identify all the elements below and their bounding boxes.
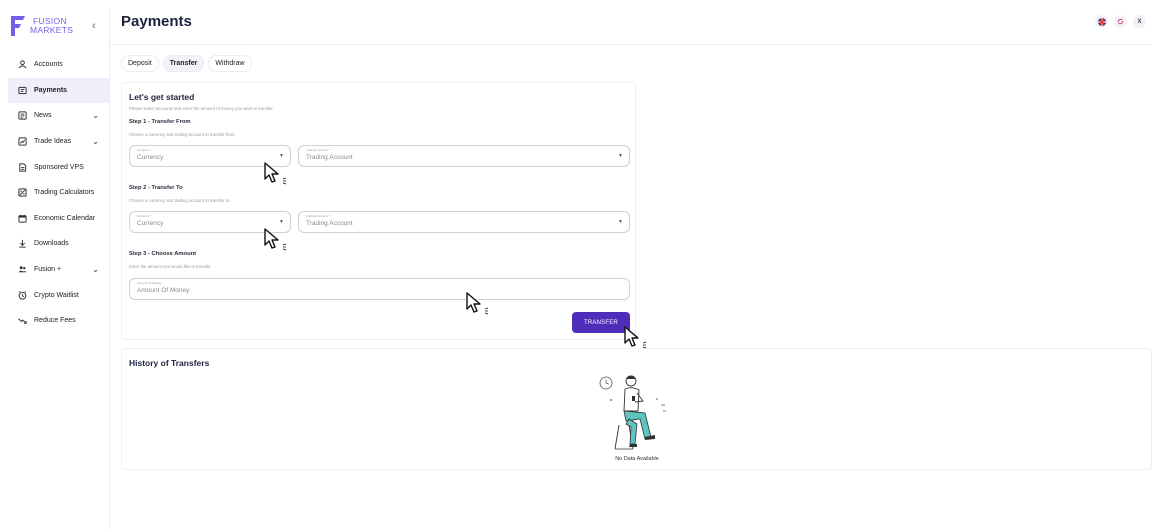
field-label: Trading Account * [306, 214, 330, 218]
field-label: Currency * [137, 214, 152, 218]
sidebar-item-label: Payments [34, 86, 68, 94]
sidebar-item-label: Trading Calculators [34, 189, 95, 197]
sidebar-item-label: News [34, 112, 52, 120]
tab-withdraw[interactable]: Withdraw [208, 55, 252, 72]
sidebar-item-label: Reduce Fees [34, 317, 76, 325]
flag-uk-icon[interactable] [1095, 15, 1108, 28]
step3-subtitle: Enter the amount you would like to trans… [129, 264, 212, 269]
field-value: Currency [137, 220, 164, 227]
chevron-down-icon: ⌄ [92, 136, 99, 146]
field-label: Amount Of Money * [137, 281, 164, 285]
sidebar-item-sponsored-vps[interactable]: Sponsored VPS [8, 154, 109, 180]
logo-line-2: MARKETS [30, 25, 74, 35]
header-divider [110, 44, 1152, 45]
sidebar-item-downloads[interactable]: Downloads [8, 231, 109, 257]
chevron-down-icon: ⌄ [92, 264, 99, 274]
sidebar-nav: Accounts Payments News ⌄ Trade Ideas ⌄ S… [8, 52, 109, 334]
chevron-down-icon: ⌄ [92, 111, 99, 121]
caret-down-icon: ▼ [279, 153, 284, 159]
sidebar-item-label: Downloads [34, 240, 69, 248]
field-value: Currency [137, 154, 164, 161]
field-placeholder: Amount Of Money [137, 287, 190, 294]
sidebar: FUSION MARKETS ‹ Accounts Payments News … [8, 8, 110, 529]
caret-down-icon: ▼ [618, 219, 623, 225]
empty-state-illustration [599, 369, 671, 451]
collapse-sidebar-button[interactable]: ‹ [92, 20, 96, 32]
form-subtitle: Please select accounts and enter the amo… [129, 106, 274, 111]
sidebar-item-economic-calendar[interactable]: Economic Calendar [8, 206, 109, 232]
news-icon [17, 111, 27, 121]
caret-down-icon: ▼ [279, 219, 284, 225]
header-actions: X [1095, 15, 1146, 28]
cursor-icon [466, 292, 489, 315]
sidebar-item-label: Accounts [34, 61, 63, 69]
field-value: Trading Account [306, 154, 353, 161]
page-title: Payments [121, 13, 192, 30]
cursor-icon [264, 162, 287, 185]
step2-subtitle: Choose a currency and trading account to… [129, 198, 231, 203]
tab-transfer[interactable]: Transfer [162, 55, 205, 72]
transfer-button[interactable]: TRANSFER [572, 312, 630, 333]
trend-down-icon [17, 316, 27, 326]
sidebar-item-label: Crypto Waitlist [34, 291, 79, 299]
field-label: Trading Account * [306, 148, 330, 152]
step2-title: Step 2 - Transfer To [129, 185, 183, 191]
sidebar-item-payments[interactable]: Payments [8, 77, 109, 104]
trade-ideas-icon [17, 137, 27, 147]
sidebar-item-reduce-fees[interactable]: Reduce Fees [8, 308, 109, 334]
empty-state-text: No Data Available [615, 456, 659, 462]
logo-mark-icon [10, 14, 26, 38]
vps-icon [17, 162, 27, 172]
transfer-form-card: Let's get started Please select accounts… [121, 82, 636, 340]
cursor-icon [624, 326, 647, 349]
step1-title: Step 1 - Transfer From [129, 119, 191, 125]
sync-icon[interactable] [1114, 15, 1127, 28]
sidebar-item-label: Economic Calendar [34, 214, 96, 222]
accounts-icon [17, 60, 27, 70]
step2-trading-account-select[interactable]: Trading Account * Trading Account ▼ [298, 211, 630, 233]
payment-tabs: Deposit Transfer Withdraw [121, 55, 252, 72]
sidebar-item-accounts[interactable]: Accounts [8, 52, 109, 78]
calendar-icon [17, 213, 27, 223]
sidebar-item-crypto-waitlist[interactable]: Crypto Waitlist [8, 282, 109, 308]
history-title: History of Transfers [129, 358, 210, 368]
sidebar-item-label: Trade Ideas [34, 138, 72, 146]
field-label: Currency * [137, 148, 152, 152]
sidebar-item-fusion-plus[interactable]: Fusion + ⌄ [8, 257, 109, 283]
clock-icon [17, 290, 27, 300]
payments-icon [17, 85, 27, 95]
download-icon [17, 239, 27, 249]
sidebar-item-trade-ideas[interactable]: Trade Ideas ⌄ [8, 129, 109, 155]
step1-subtitle: Choose a currency and trading account to… [129, 132, 236, 137]
sidebar-item-label: Fusion + [34, 266, 62, 274]
sidebar-item-news[interactable]: News ⌄ [8, 103, 109, 129]
step3-title: Step 3 - Choose Amount [129, 251, 197, 257]
sidebar-item-trading-calculators[interactable]: Trading Calculators [8, 180, 109, 206]
sidebar-item-label: Sponsored VPS [34, 163, 84, 171]
tab-deposit[interactable]: Deposit [121, 55, 159, 72]
logo-text: FUSION MARKETS [30, 17, 73, 35]
close-icon[interactable]: X [1133, 15, 1146, 28]
amount-input[interactable]: Amount Of Money * Amount Of Money [129, 278, 630, 300]
caret-down-icon: ▼ [618, 153, 623, 159]
transfer-history-panel: History of Transfers No Data Available [121, 348, 1152, 470]
logo[interactable]: FUSION MARKETS [10, 12, 90, 40]
group-icon [17, 265, 27, 275]
step1-trading-account-select[interactable]: Trading Account * Trading Account ▼ [298, 145, 630, 167]
form-title: Let's get started [129, 92, 195, 102]
field-value: Trading Account [306, 220, 353, 227]
cursor-icon [264, 228, 287, 251]
calculator-icon [17, 188, 27, 198]
